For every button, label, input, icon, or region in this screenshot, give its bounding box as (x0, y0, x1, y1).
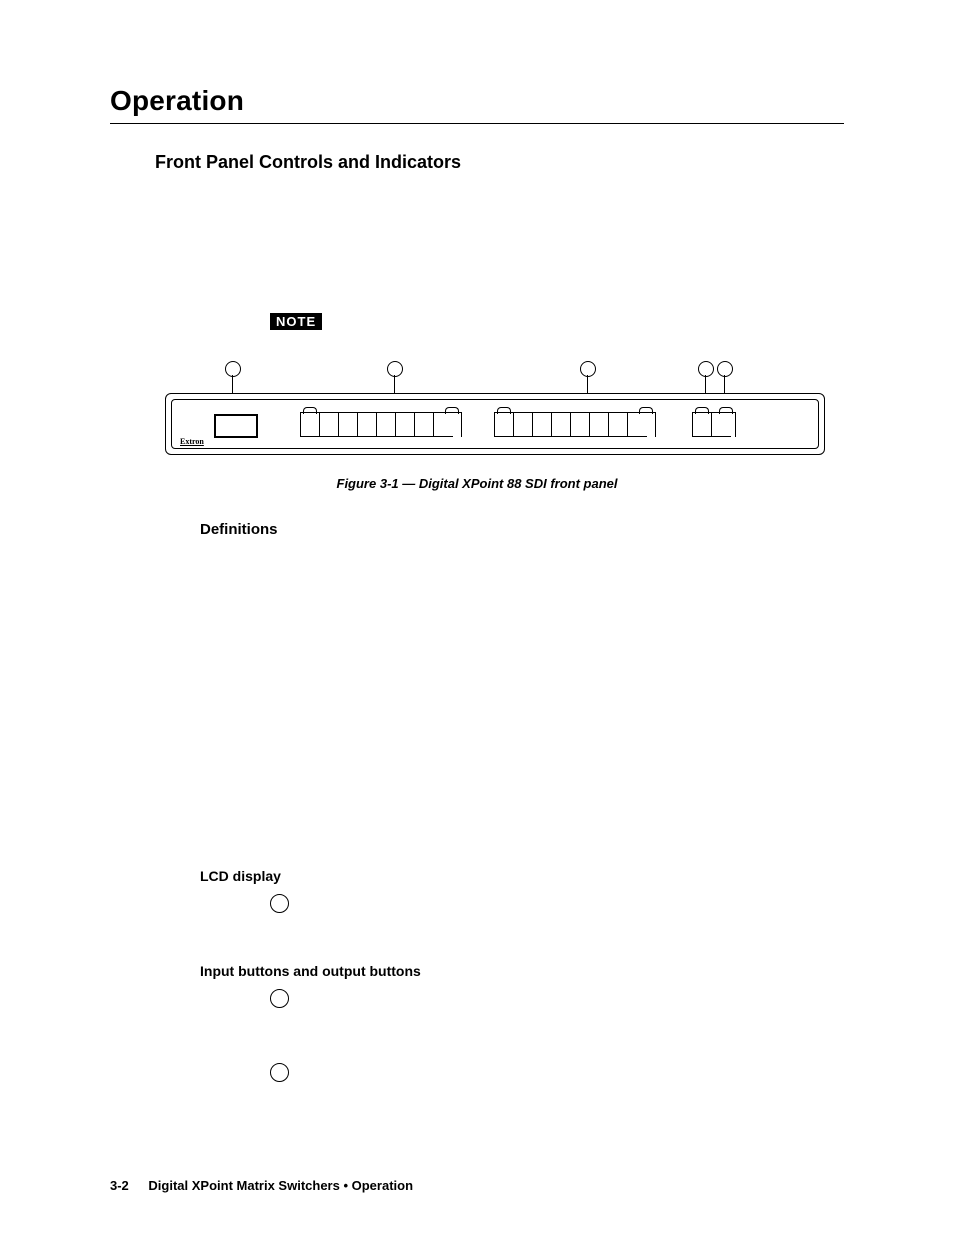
output-button (533, 413, 552, 437)
callout-outputs-icon (580, 361, 596, 377)
output-button (495, 413, 514, 437)
input-button (301, 413, 320, 437)
input-button (434, 413, 453, 437)
page-footer: 3-2 Digital XPoint Matrix Switchers • Op… (110, 1178, 413, 1193)
figure-caption: Figure 3-1 — Digital XPoint 88 SDI front… (110, 476, 844, 491)
input-button (320, 413, 339, 437)
item-circle-icon (270, 989, 289, 1008)
output-button (590, 413, 609, 437)
input-button (396, 413, 415, 437)
input-button (415, 413, 434, 437)
output-button (552, 413, 571, 437)
io-buttons-heading: Input buttons and output buttons (200, 963, 844, 979)
chapter-title: Operation (110, 85, 844, 117)
item-circle-icon (270, 1063, 289, 1082)
input-button (339, 413, 358, 437)
panel-chassis: Extron (165, 393, 825, 455)
callout-ctrl1-icon (698, 361, 714, 377)
title-rule (110, 123, 844, 124)
footer-title: Digital XPoint Matrix Switchers • Operat… (148, 1178, 413, 1193)
output-button-group (494, 412, 656, 437)
lcd-display-heading: LCD display (200, 868, 844, 884)
lcd-display (214, 414, 258, 438)
section-title: Front Panel Controls and Indicators (155, 152, 844, 173)
control-button-group (692, 412, 736, 437)
input-button-group (300, 412, 462, 437)
page-number: 3-2 (110, 1178, 129, 1193)
control-button (693, 413, 712, 437)
callout-inputs-icon (387, 361, 403, 377)
callout-lcd-icon (225, 361, 241, 377)
item-circle-icon (270, 894, 289, 913)
brand-label: Extron (180, 437, 204, 446)
input-button (358, 413, 377, 437)
definitions-heading: Definitions (200, 521, 844, 538)
output-button (628, 413, 647, 437)
note-badge: NOTE (270, 313, 322, 330)
input-button (377, 413, 396, 437)
panel-inner-border: Extron (171, 399, 819, 449)
output-button (514, 413, 533, 437)
front-panel-figure: Extron (165, 361, 825, 456)
control-button (712, 413, 731, 437)
callout-ctrl2-icon (717, 361, 733, 377)
output-button (571, 413, 590, 437)
output-button (609, 413, 628, 437)
